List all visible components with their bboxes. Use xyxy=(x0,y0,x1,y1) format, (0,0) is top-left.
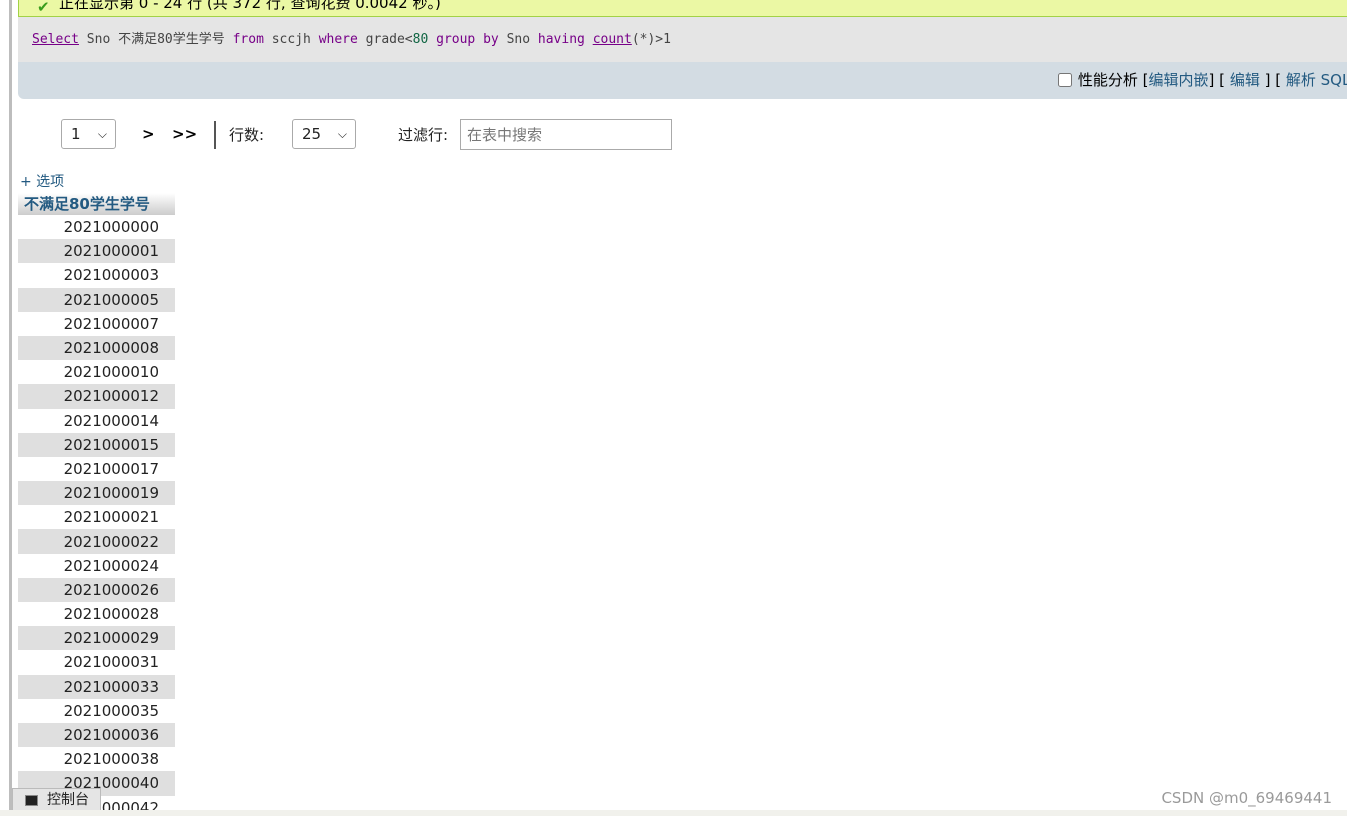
table-cell: 2021000001 xyxy=(18,239,175,264)
sql-keyword-by: by xyxy=(483,32,499,47)
last-page-button[interactable]: >> xyxy=(172,119,197,149)
table-row[interactable]: 2021000015 xyxy=(18,432,175,457)
table-cell: 2021000015 xyxy=(18,432,175,457)
sql-keyword-select[interactable]: Select xyxy=(32,32,79,47)
table-cell: 2021000010 xyxy=(18,360,175,385)
table-cell: 2021000017 xyxy=(18,456,175,482)
success-message: ✔ 正在显示第 0 - 24 行 (共 372 行, 查询花费 0.0042 秒… xyxy=(18,0,1347,17)
table-cell: 2021000021 xyxy=(18,505,175,530)
next-page-button[interactable]: > xyxy=(142,119,155,149)
table-row[interactable]: 2021000021 xyxy=(18,505,175,530)
table-row[interactable]: 2021000036 xyxy=(18,722,175,748)
table-cell: 2021000012 xyxy=(18,384,175,409)
sql-text: grade< xyxy=(357,32,413,47)
table-cell: 2021000008 xyxy=(18,335,175,361)
table-cell: 2021000038 xyxy=(18,747,175,772)
column-header[interactable]: 不满足80学生学号 xyxy=(18,193,175,215)
table-row[interactable]: 2021000038 xyxy=(18,747,175,772)
sql-keyword-where: where xyxy=(318,32,358,47)
table-row[interactable]: 2021000029 xyxy=(18,626,175,651)
table-cell: 2021000031 xyxy=(18,650,175,675)
table-row[interactable]: 2021000031 xyxy=(18,650,175,675)
table-cell: 2021000028 xyxy=(18,602,175,627)
profiling-label: 性能分析 xyxy=(1077,71,1138,89)
explain-sql-link[interactable]: 解析 SQL xyxy=(1286,71,1347,89)
table-cell: 2021000022 xyxy=(18,529,175,554)
nav-divider xyxy=(214,121,216,149)
table-row[interactable]: 2021000007 xyxy=(18,311,175,336)
table-row[interactable]: 2021000005 xyxy=(18,287,175,312)
sql-text: Sno 不满足80学生学号 xyxy=(78,32,233,47)
table-cell: 2021000026 xyxy=(18,577,175,602)
table-row[interactable]: 2021000000 xyxy=(18,215,175,240)
query-tools-bar: 性能分析 [编辑内嵌] [ 编辑 ] [ 解析 SQL ] xyxy=(18,62,1347,99)
chevron-down-icon: ⌵ xyxy=(337,127,347,141)
table-cell: 2021000000 xyxy=(18,215,175,240)
pagination-nav: 1 ⌵ > >> 行数: 25 ⌵ 过滤行: xyxy=(0,119,1347,151)
sql-text: Sno xyxy=(498,32,538,47)
sql-keyword-group: group xyxy=(436,32,476,47)
table-row[interactable]: 2021000010 xyxy=(18,360,175,385)
status-text: 正在显示第 0 - 24 行 (共 372 行, 查询花费 0.0042 秒。) xyxy=(59,0,441,12)
console-icon xyxy=(25,795,38,806)
table-cell: 2021000036 xyxy=(18,722,175,748)
watermark: CSDN @m0_69469441 xyxy=(1161,789,1332,807)
chevron-down-icon: ⌵ xyxy=(97,127,107,141)
table-row[interactable]: 2021000017 xyxy=(18,456,175,482)
table-cell: 2021000005 xyxy=(18,287,175,312)
page-select[interactable]: 1 ⌵ xyxy=(61,119,116,149)
console-tab[interactable]: 控制台 xyxy=(12,788,101,812)
sql-function-count[interactable]: count xyxy=(593,32,632,47)
filter-label: 过滤行: xyxy=(398,126,449,144)
options-toggle[interactable]: + 选项 xyxy=(20,172,64,192)
filter-search-input[interactable] xyxy=(460,119,672,150)
table-cell: 2021000024 xyxy=(18,553,175,578)
table-cell: 2021000007 xyxy=(18,311,175,336)
sql-text: sccjh xyxy=(263,32,319,47)
bottom-strip xyxy=(0,810,1347,816)
table-row[interactable]: 2021000008 xyxy=(18,335,175,361)
table-row[interactable]: 2021000012 xyxy=(18,384,175,409)
table-row[interactable]: 2021000028 xyxy=(18,602,175,627)
table-row[interactable]: 2021000001 xyxy=(18,239,175,264)
table-row[interactable]: 2021000014 xyxy=(18,408,175,433)
table-row[interactable]: 2021000024 xyxy=(18,553,175,578)
table-row[interactable]: 2021000026 xyxy=(18,577,175,602)
table-cell: 2021000033 xyxy=(18,674,175,699)
table-cell: 2021000003 xyxy=(18,263,175,288)
edit-inline-link[interactable]: 编辑内嵌 xyxy=(1149,71,1209,89)
table-cell: 2021000019 xyxy=(18,481,175,506)
sql-number: 80 xyxy=(412,32,429,47)
sql-keyword-from: from xyxy=(232,32,264,47)
table-cell: 2021000035 xyxy=(18,698,175,723)
sql-text: (*)>1 xyxy=(631,32,671,47)
console-label: 控制台 xyxy=(47,792,89,808)
result-table: 不满足80学生学号 2021000000 2021000001 2021000003… xyxy=(18,193,175,820)
table-row[interactable]: 2021000003 xyxy=(18,263,175,288)
table-row[interactable]: 2021000035 xyxy=(18,698,175,723)
table-cell: 2021000014 xyxy=(18,408,175,433)
edit-link[interactable]: 编辑 xyxy=(1230,71,1260,89)
table-cell: 2021000029 xyxy=(18,626,175,651)
table-row[interactable]: 2021000033 xyxy=(18,674,175,699)
table-row[interactable]: 2021000022 xyxy=(18,529,175,554)
profiling-checkbox[interactable] xyxy=(1057,73,1072,87)
sql-query-display[interactable]: Select Sno 不满足80学生学号 from sccjh where gr… xyxy=(18,17,1347,62)
rows-label: 行数: xyxy=(229,126,265,144)
table-row[interactable]: 2021000019 xyxy=(18,481,175,506)
sql-keyword-having: having xyxy=(537,32,585,47)
rows-per-page-select[interactable]: 25 ⌵ xyxy=(292,119,356,149)
